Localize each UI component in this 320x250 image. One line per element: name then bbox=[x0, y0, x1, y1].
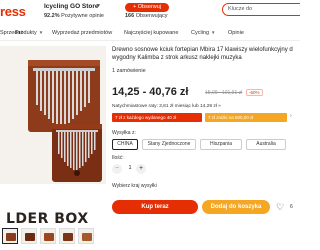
thumbnail[interactable] bbox=[40, 228, 56, 244]
thumbnail[interactable] bbox=[21, 228, 37, 244]
select-shipping-country[interactable]: Wybierz kraj wysyłki bbox=[112, 183, 157, 189]
thumbnail[interactable] bbox=[59, 228, 75, 244]
quantity-label: Ilość: bbox=[112, 155, 124, 161]
chevron-right-icon[interactable]: › bbox=[290, 113, 292, 119]
nav-item-products[interactable]: Produkty ▼ bbox=[15, 30, 43, 36]
followers-label: Obserwujący bbox=[135, 13, 168, 19]
store-nav: Sprzedaż Produkty ▼ Wyprzedaż przedmiotów… bbox=[0, 25, 300, 41]
kalimba-illustration bbox=[0, 46, 106, 184]
search-input[interactable]: Klucze do bbox=[222, 3, 300, 16]
nav-item-bestsellers[interactable]: Najczęściej kupowane bbox=[124, 30, 178, 36]
product-title: Drewno sosnowe kciuk fortepian Mbira 17 … bbox=[112, 47, 293, 61]
installments-info[interactable]: Natychmiastowe raty: 3,81 zł miesiąc lub… bbox=[112, 104, 221, 109]
product-main-image[interactable] bbox=[0, 46, 106, 184]
store-name[interactable]: Icycling GO Store bbox=[44, 3, 99, 10]
plus-button[interactable]: + bbox=[136, 164, 146, 174]
wishlist-count: 6 bbox=[290, 204, 293, 210]
chevron-down-icon: ▼ bbox=[38, 30, 44, 35]
site-logo[interactable]: ress bbox=[0, 4, 26, 19]
nav-item-cycling-label: Cycling bbox=[191, 30, 210, 36]
ship-option-spain[interactable]: Hiszpania bbox=[200, 139, 242, 150]
product-image-caption: LDER BOX bbox=[6, 211, 89, 227]
followers-count: 166 bbox=[125, 13, 135, 19]
store-rating: 92.2% Pozytywne opinie bbox=[44, 13, 104, 19]
nav-item-clearance[interactable]: Wyprzedaż przedmiotów bbox=[52, 30, 112, 36]
coupon-badge[interactable]: 7 zł z każdego wydanego 40 zł bbox=[112, 113, 202, 122]
add-to-cart-button[interactable]: Dodaj do koszyka bbox=[202, 200, 270, 214]
ship-option-china[interactable]: CHINA bbox=[112, 139, 138, 150]
ship-from-options: CHINA Stany Zjednoczone Hiszpania Austra… bbox=[112, 139, 300, 151]
thumbnail[interactable] bbox=[2, 228, 18, 244]
buy-now-button[interactable]: Kup teraz bbox=[112, 200, 198, 214]
quantity-stepper: − 1 + bbox=[112, 164, 148, 175]
thumbnail[interactable] bbox=[78, 228, 94, 244]
store-rating-text: Pozytywne opinie bbox=[61, 13, 104, 19]
minus-button[interactable]: − bbox=[112, 164, 122, 174]
nav-item-reviews[interactable]: Opinie bbox=[228, 30, 244, 36]
thumbnail-strip bbox=[0, 228, 106, 246]
ship-option-us[interactable]: Stany Zjednoczone bbox=[142, 139, 196, 150]
chevron-down-icon[interactable]: ▼ bbox=[96, 3, 101, 9]
price: 14,25 - 40,76 zł bbox=[112, 86, 189, 98]
ship-from-label: Wysyłka z: bbox=[112, 130, 136, 136]
nav-item-products-label: Produkty bbox=[15, 30, 37, 36]
heart-icon[interactable]: ♡ bbox=[276, 200, 288, 214]
orders-count: 1 zamówienie bbox=[112, 68, 146, 74]
nav-item-cycling[interactable]: Cycling ▼ bbox=[191, 30, 216, 36]
price-row: 14,25 - 40,76 zł 15,00 - 101,91 zł -60% bbox=[112, 86, 300, 100]
product-details: Drewno sosnowe kciuk fortepian Mbira 17 … bbox=[112, 46, 300, 214]
old-price: 15,00 - 101,91 zł bbox=[205, 90, 243, 96]
discount-badge: -60% bbox=[246, 89, 263, 96]
top-bar: ress Icycling GO Store ▼ 92.2% Pozytywne… bbox=[0, 0, 300, 25]
follow-button[interactable]: + Obserwuj bbox=[125, 3, 169, 12]
quantity-value[interactable]: 1 bbox=[125, 165, 135, 171]
ship-option-australia[interactable]: Australia bbox=[246, 139, 286, 150]
store-rating-value: 92.2% bbox=[44, 13, 60, 19]
chevron-down-icon: ▼ bbox=[211, 30, 216, 35]
coupon-badge[interactable]: 7 zł zniżki na 500,00 zł bbox=[205, 113, 287, 122]
followers: 166 Obserwujący bbox=[125, 13, 168, 19]
